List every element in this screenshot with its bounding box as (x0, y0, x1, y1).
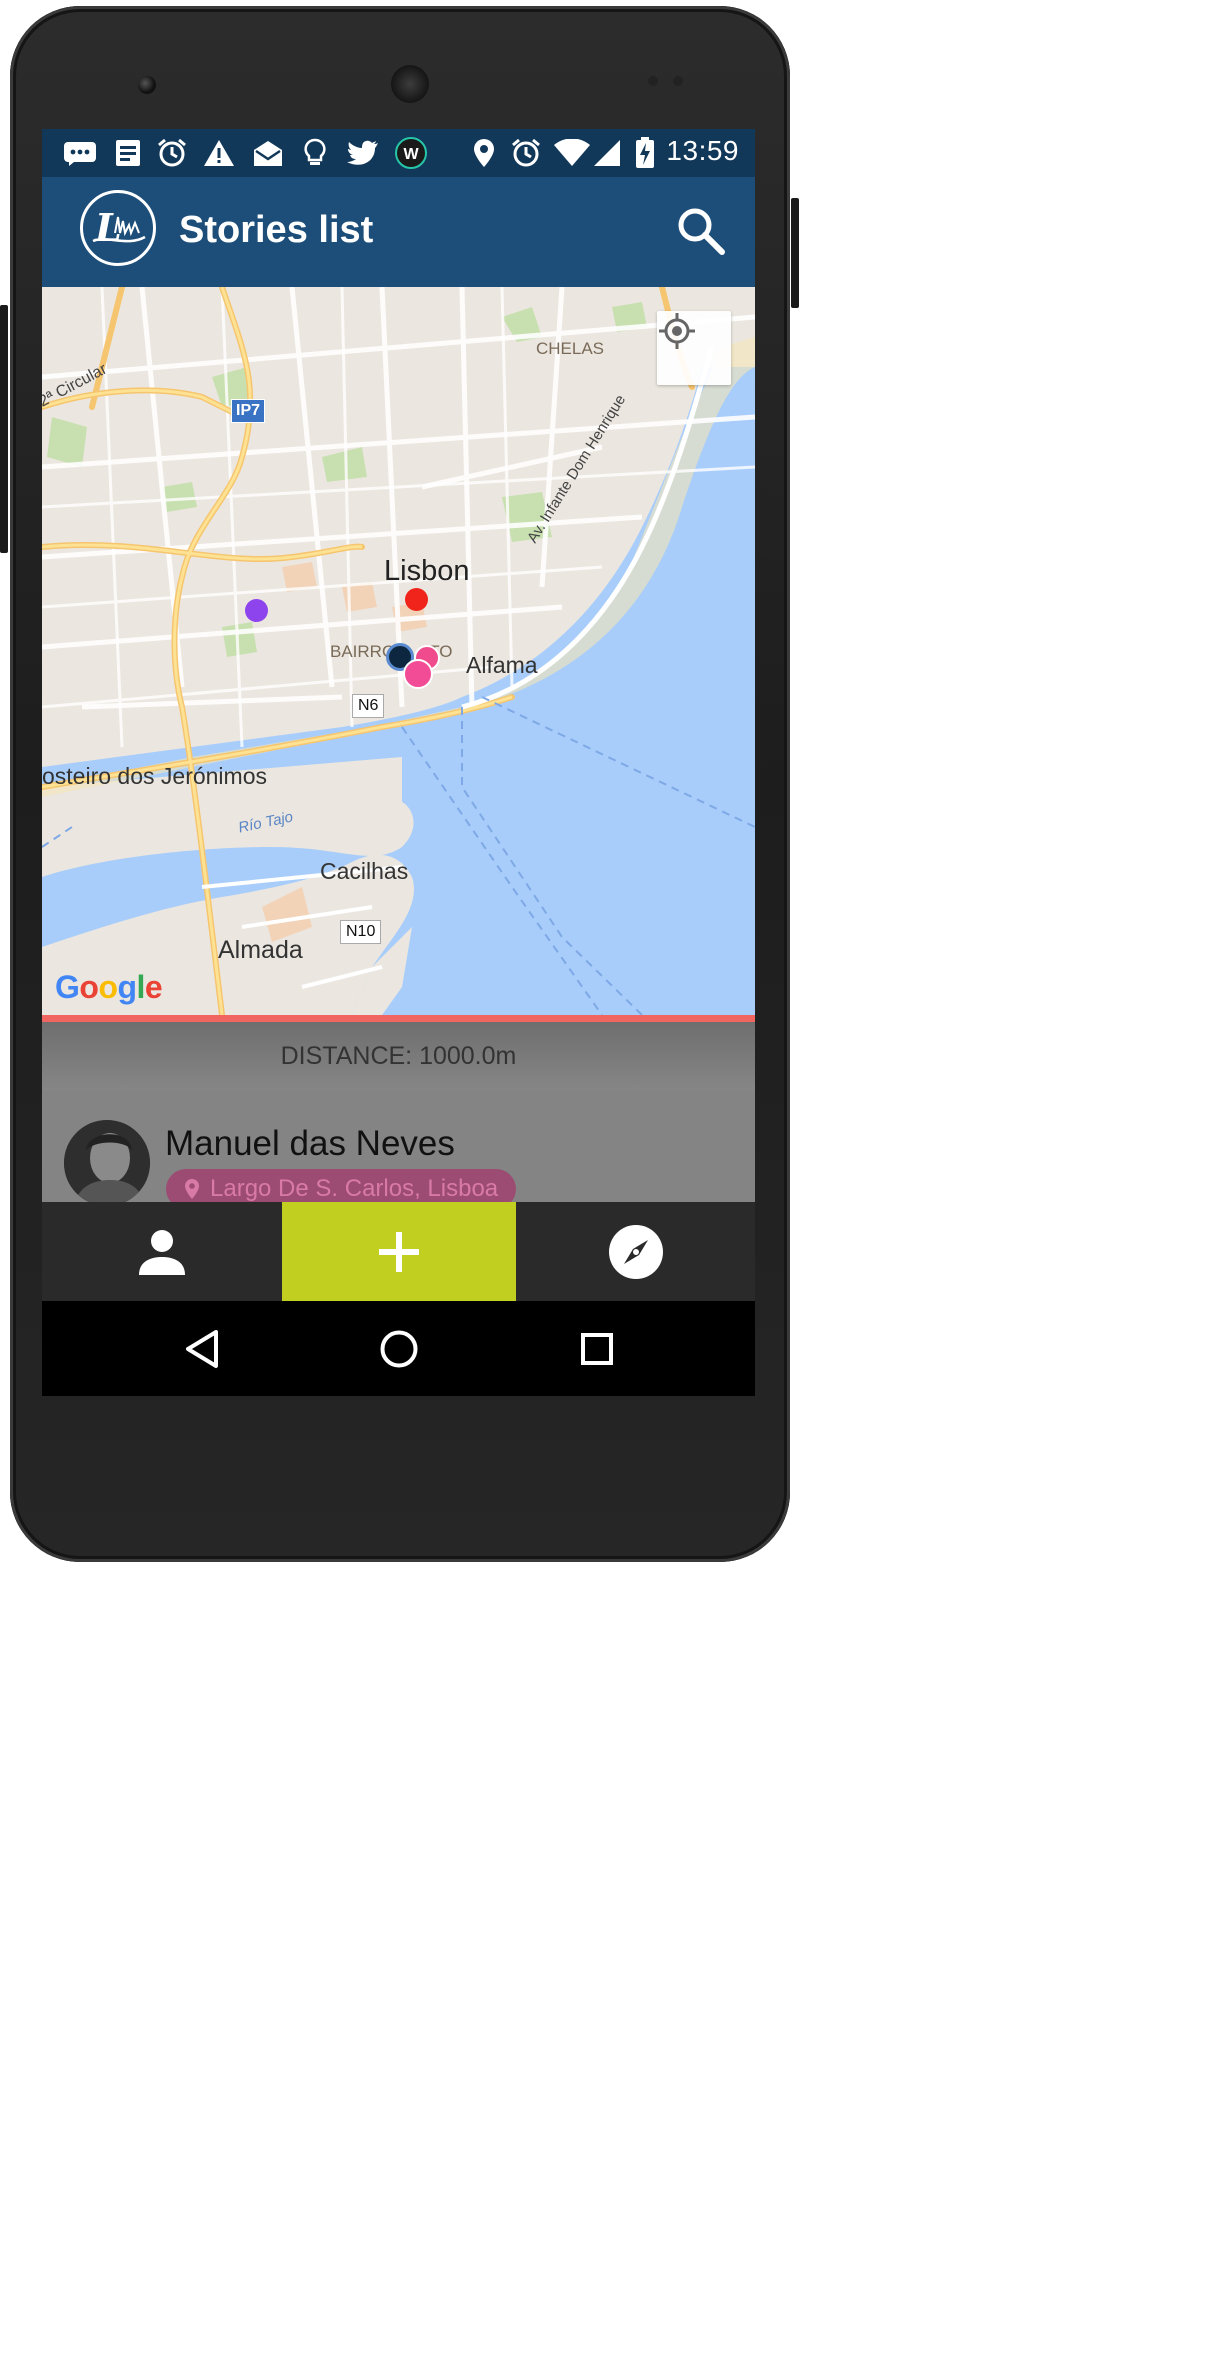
volume-button (0, 305, 8, 553)
earpiece-speaker (391, 65, 429, 103)
map-pin-pink-large[interactable] (403, 659, 433, 689)
google-logo: Google (55, 969, 163, 1005)
svg-text:L: L (94, 205, 122, 250)
map-label-chelas: CHELAS (536, 339, 605, 358)
page-title: Stories list (179, 209, 374, 251)
status-time: 13:59 (666, 135, 739, 166)
note-icon (114, 139, 142, 167)
search-icon[interactable] (675, 205, 727, 257)
power-button (791, 198, 799, 308)
twitter-icon (346, 139, 380, 167)
map-pin-red[interactable] (405, 588, 428, 611)
signal-icon (592, 139, 622, 167)
map-divider (42, 1015, 755, 1022)
svg-text:W: W (403, 146, 419, 163)
add-icon (379, 1231, 419, 1272)
front-camera (138, 76, 156, 94)
map-label-ip7: IP7 (231, 399, 266, 423)
screen: W 13:59 L Stories list CHELAS 2ª Circula… (42, 129, 755, 1396)
app-logo[interactable]: L (80, 190, 156, 266)
alarm-icon (156, 138, 188, 167)
message-icon (62, 139, 98, 167)
map-label-mosteiro: osteiro dos Jerónimos (42, 763, 267, 789)
home-icon[interactable] (375, 1325, 423, 1373)
nav-explore-button[interactable] (516, 1202, 755, 1301)
lightbulb-icon (302, 138, 328, 167)
story-author: Manuel das Neves (165, 1124, 455, 1163)
my-location-icon (659, 313, 695, 349)
map-label-alfama: Alfama (466, 652, 538, 678)
map-label-n10: N10 (340, 920, 382, 944)
nav-add-button[interactable] (282, 1202, 516, 1301)
map-label-n6: N6 (352, 694, 385, 718)
story-list-item[interactable]: Manuel das Neves Largo De S. Carlos, Lis… (42, 1090, 755, 1202)
location-pin-icon (185, 1179, 199, 1199)
map-label-lisbon: Lisbon (384, 555, 470, 587)
story-location-chip[interactable]: Largo De S. Carlos, Lisboa (166, 1169, 517, 1202)
compass-icon (608, 1224, 663, 1279)
nav-profile-button[interactable] (42, 1202, 282, 1301)
mail-open-icon (252, 139, 284, 167)
warning-icon (202, 139, 236, 167)
system-nav-bar (42, 1301, 755, 1396)
map-view[interactable]: CHELAS 2ª Circular IP7 Av. Infante Dom H… (42, 287, 755, 1015)
map-label-almada: Almada (218, 936, 303, 964)
person-icon (139, 1229, 185, 1275)
my-location-button[interactable] (657, 311, 731, 385)
alarm-icon (510, 138, 542, 167)
status-bar: W 13:59 (42, 129, 755, 177)
bottom-nav (42, 1202, 755, 1301)
map-pin-purple[interactable] (245, 599, 268, 622)
avatar (64, 1120, 150, 1202)
wifi-icon (552, 139, 592, 167)
location-icon (471, 139, 497, 167)
recents-icon[interactable] (573, 1325, 621, 1373)
story-location: Largo De S. Carlos, Lisboa (210, 1175, 499, 1202)
back-icon[interactable] (178, 1325, 226, 1373)
app-logo-icon: L (92, 205, 146, 250)
wordpress-icon: W (394, 137, 428, 169)
distance-label[interactable]: DISTANCE: 1000.0m (42, 1022, 755, 1091)
proximity-sensor (648, 76, 658, 86)
map-label-cacilhas: Cacilhas (320, 858, 409, 884)
light-sensor (673, 76, 683, 86)
app-bar: L Stories list (42, 177, 755, 287)
battery-charging-icon (634, 137, 656, 168)
